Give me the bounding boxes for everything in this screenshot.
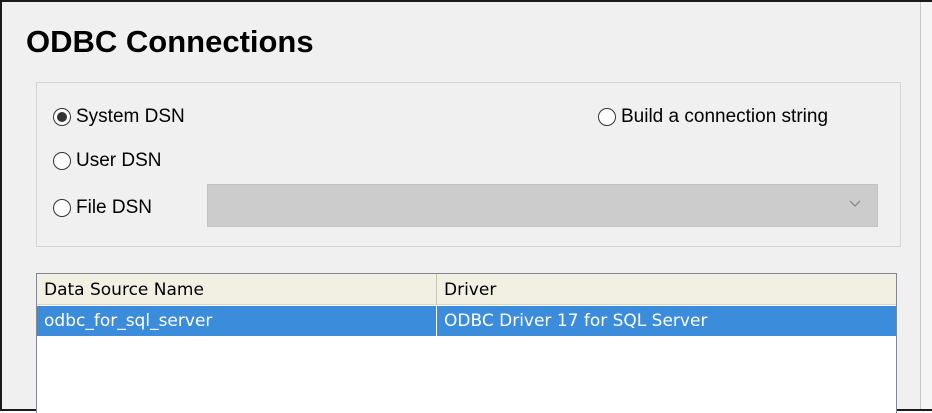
table-row[interactable]: odbc_for_sql_server ODBC Driver 17 for S… bbox=[37, 306, 896, 336]
radio-file-dsn[interactable]: File DSN bbox=[53, 197, 152, 219]
radio-system-dsn-label: System DSN bbox=[76, 106, 185, 127]
chevron-down-icon[interactable] bbox=[847, 196, 863, 212]
radio-unchecked-icon[interactable] bbox=[53, 199, 71, 217]
cell-driver[interactable]: ODBC Driver 17 for SQL Server bbox=[437, 306, 896, 336]
cell-data-source-name[interactable]: odbc_for_sql_server bbox=[37, 306, 436, 336]
side-panel-edge bbox=[920, 2, 932, 409]
list-header: Data Source Name Driver bbox=[37, 274, 896, 305]
radio-build-connection-string-label: Build a connection string bbox=[621, 106, 829, 127]
column-header-data-source-name[interactable]: Data Source Name bbox=[37, 274, 436, 304]
radio-file-dsn-label: File DSN bbox=[76, 197, 153, 218]
radio-system-dsn[interactable]: System DSN bbox=[53, 106, 185, 128]
column-header-driver[interactable]: Driver bbox=[437, 274, 896, 304]
radio-unchecked-icon[interactable] bbox=[53, 152, 71, 170]
page-title: ODBC Connections bbox=[26, 24, 314, 59]
radio-unchecked-icon[interactable] bbox=[598, 108, 616, 126]
radio-build-connection-string[interactable]: Build a connection string bbox=[598, 106, 828, 128]
file-dsn-select[interactable] bbox=[207, 184, 878, 227]
radio-user-dsn[interactable]: User DSN bbox=[53, 150, 162, 172]
odbc-connections-panel: ODBC Connections System DSN User DSN Fil… bbox=[0, 0, 932, 413]
radio-user-dsn-label: User DSN bbox=[76, 150, 162, 171]
data-source-list[interactable]: Data Source Name Driver odbc_for_sql_ser… bbox=[36, 273, 897, 413]
radio-checked-icon[interactable] bbox=[53, 108, 71, 126]
